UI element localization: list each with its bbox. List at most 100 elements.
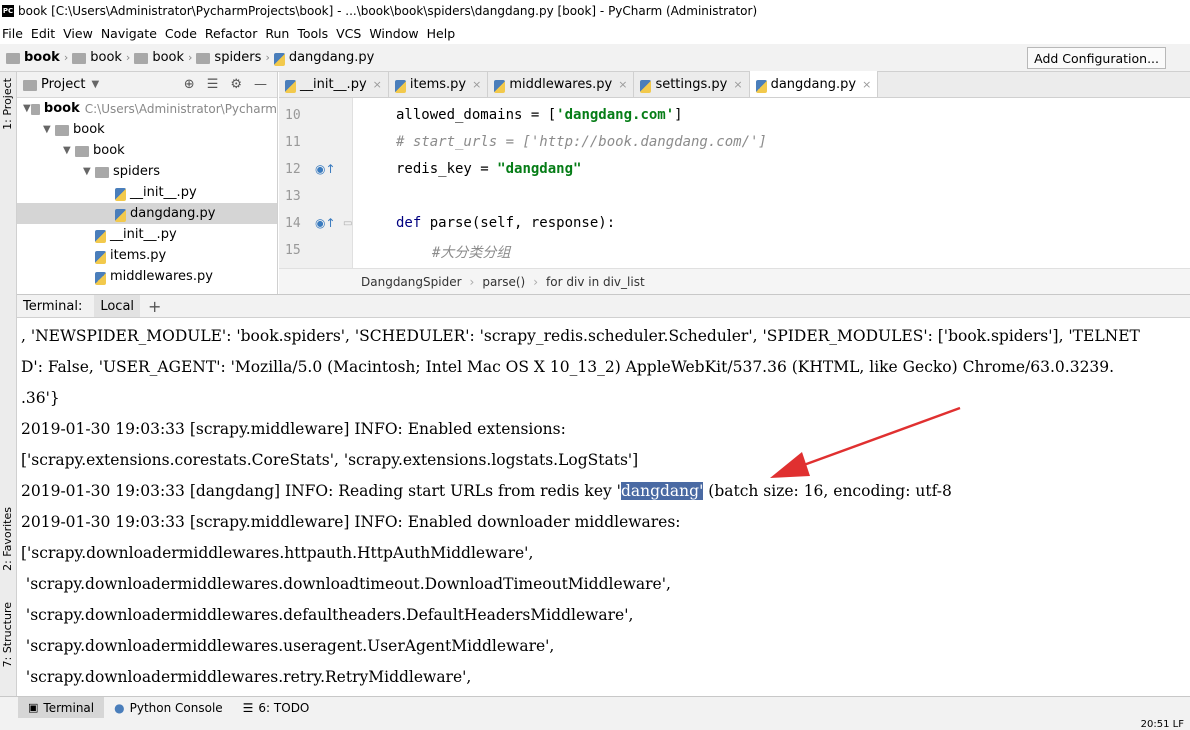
python-file-icon [115,188,126,201]
breadcrumb-item[interactable]: for div in div_list [546,275,645,289]
close-icon[interactable]: × [733,78,742,91]
tree-item-label: spiders [113,164,161,179]
menu-tools[interactable]: Tools [297,26,328,41]
override-marker-icon[interactable]: ◉↑ [315,162,336,176]
code-line: # start_urls = ['http://book.dangdang.co… [396,134,767,150]
locate-icon[interactable]: ⊕ [184,77,195,92]
breadcrumb-item[interactable]: dangdang.py [289,50,375,65]
tree-item-path: C:\Users\Administrator\Pycharm [84,101,277,116]
tab-settings-py[interactable]: settings.py × [634,71,750,97]
close-icon[interactable]: × [862,78,871,91]
python-file-icon [640,79,652,93]
project-view-selector[interactable]: Project [41,77,85,92]
breadcrumb-item[interactable]: DangdangSpider [361,275,462,289]
chevron-down-icon[interactable]: ▼ [63,145,75,156]
add-configuration-button[interactable]: Add Configuration... [1027,47,1166,69]
terminal-label: Terminal: [23,298,83,314]
breadcrumb-item[interactable]: book [90,50,122,65]
line-number: 14 [285,216,301,231]
tree-item[interactable]: ▼ book C:\Users\Administrator\Pycharm [17,98,277,119]
pycharm-logo-icon: PC [2,5,14,17]
breadcrumb-item[interactable]: parse() [482,275,525,289]
menu-navigate[interactable]: Navigate [101,26,157,41]
terminal-line: D': False, 'USER_AGENT': 'Mozilla/5.0 (M… [21,358,1115,376]
editor-gutter: 10 11 12 13 14 15 ◉↑ ◉↑ ▭ [279,98,353,268]
title-bar: PC book [C:\Users\Administrator\PycharmP… [0,0,1190,22]
tree-item[interactable]: items.py [17,245,277,266]
tab-middlewares-py[interactable]: middlewares.py × [488,71,635,97]
terminal-line: ['scrapy.downloadermiddlewares.httpauth.… [21,544,534,562]
terminal-output[interactable]: , 'NEWSPIDER_MODULE': 'book.spiders', 'S… [17,318,1190,696]
fold-icon[interactable]: ▭ [343,218,352,229]
breadcrumb-item[interactable]: book [24,50,60,65]
python-file-icon [273,53,285,66]
menu-code[interactable]: Code [165,26,197,41]
code-line: allowed_domains = ['dangdang.com'] [396,107,683,123]
code-line: redis_key = "dangdang" [396,161,582,177]
menu-view[interactable]: View [63,26,93,41]
tree-item[interactable]: ▼ book [17,140,277,161]
override-marker-icon[interactable]: ◉↑ [315,216,336,230]
menu-vcs[interactable]: VCS [336,26,361,41]
chevron-right-icon: › [63,51,69,64]
chevron-right-icon: › [265,51,270,64]
tree-item[interactable]: ▼ book [17,119,277,140]
folder-icon [72,53,87,64]
breadcrumb-item[interactable]: spiders [214,50,261,65]
close-icon[interactable]: × [472,78,481,91]
terminal-tab-local[interactable]: Local [94,295,141,317]
tab-python-console[interactable]: ● Python Console [104,697,233,719]
tab-items-py[interactable]: items.py × [389,71,489,97]
tab-dangdang-py[interactable]: dangdang.py × [749,71,879,97]
collapse-all-icon[interactable]: ☰ [207,77,219,92]
cursor-position[interactable]: 20:51 LF [1141,719,1184,730]
line-number: 12 [285,162,301,177]
project-icon [23,80,37,91]
tab-todo[interactable]: ☰ 6: TODO [233,697,320,719]
gear-icon[interactable]: ⚙ [230,77,242,92]
terminal-line: 'scrapy.downloadermiddlewares.downloadti… [21,575,671,593]
terminal-icon: ▣ [28,701,39,714]
tree-item[interactable]: dangdang.py [17,203,277,224]
close-icon[interactable]: × [618,78,627,91]
folder-icon [30,104,40,115]
tree-item[interactable]: __init__.py [17,224,277,245]
editor-tabs: __init__.py × items.py × middlewares.py × s… [279,71,1190,98]
folder-icon [55,125,69,136]
menu-edit[interactable]: Edit [31,26,55,41]
menu-help[interactable]: Help [427,26,456,41]
python-file-icon [285,79,296,93]
terminal-line: 'scrapy.downloadermiddlewares.useragent.… [21,637,555,655]
menu-run[interactable]: Run [265,26,289,41]
tree-item[interactable]: ▼ spiders [17,161,277,182]
window-title: book [C:\Users\Administrator\PycharmProj… [18,4,758,18]
line-number: 11 [285,135,301,150]
tree-item-label: dangdang.py [130,206,216,221]
hide-icon[interactable]: — [254,77,267,92]
tab-init-py[interactable]: __init__.py × [279,71,389,97]
structure-tool-tab[interactable]: 7: Structure [1,602,14,667]
line-number: 10 [285,108,301,123]
menu-refactor[interactable]: Refactor [205,26,257,41]
breadcrumb-item[interactable]: book [152,50,184,65]
chevron-down-icon[interactable]: ▼ [91,79,99,90]
list-icon: ☰ [242,700,254,715]
menu-window[interactable]: Window [369,26,418,41]
selected-text: dangdang' [620,482,704,500]
terminal-line: 'scrapy.downloadermiddlewares.defaulthea… [21,606,634,624]
close-icon[interactable]: × [373,78,382,91]
tree-item[interactable]: __init__.py [17,182,277,203]
tree-item[interactable]: middlewares.py [17,266,277,287]
favorites-tool-tab[interactable]: 2: Favorites [1,507,14,571]
chevron-down-icon[interactable]: ▼ [83,166,95,177]
menu-file[interactable]: File [2,26,23,41]
add-terminal-button[interactable]: + [148,297,161,316]
python-icon: ● [114,700,125,715]
code-editor[interactable]: 10 11 12 13 14 15 ◉↑ ◉↑ ▭ allowed_domain… [279,98,1190,268]
tab-terminal[interactable]: ▣ Terminal [18,696,105,719]
project-tool-tab[interactable]: 1: Project [1,78,14,130]
chevron-down-icon[interactable]: ▼ [23,103,31,114]
code-line: def parse(self, response): [396,215,616,231]
chevron-down-icon[interactable]: ▼ [43,124,55,135]
python-file-icon [95,272,106,285]
